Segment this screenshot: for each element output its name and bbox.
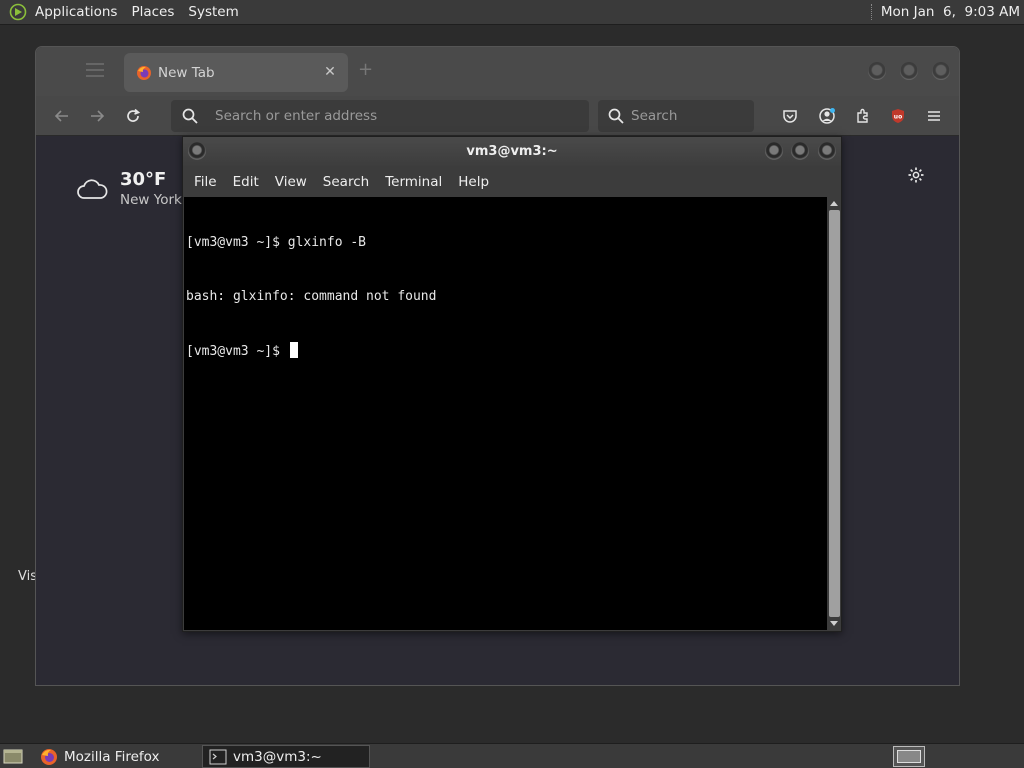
new-tab-icon[interactable]: + xyxy=(358,61,374,79)
menu-help[interactable]: Help xyxy=(450,174,497,190)
close-window-icon[interactable] xyxy=(932,62,950,80)
terminal-line: [vm3@vm3 ~]$ glxinfo -B xyxy=(186,235,367,250)
applications-menu[interactable]: Applications xyxy=(28,4,124,20)
menu-terminal[interactable]: Terminal xyxy=(377,174,450,190)
menu-file[interactable]: File xyxy=(186,174,225,190)
reload-icon[interactable] xyxy=(123,106,143,126)
scroll-down-icon[interactable] xyxy=(830,621,838,626)
search-bar[interactable]: Search xyxy=(598,100,754,132)
firefox-tabbar: New Tab ✕ + xyxy=(36,47,959,96)
search-icon xyxy=(182,108,198,124)
minimize-icon[interactable] xyxy=(765,142,783,160)
close-window-icon[interactable] xyxy=(818,142,836,160)
gear-icon[interactable] xyxy=(907,166,925,184)
maximize-icon[interactable] xyxy=(900,62,918,80)
workspace-switcher[interactable] xyxy=(893,746,925,767)
extensions-icon[interactable] xyxy=(853,106,873,126)
terminal-menubar: File Edit View Search Terminal Help xyxy=(183,166,841,197)
terminal-scrollbar[interactable] xyxy=(828,197,841,630)
weather-city: New York xyxy=(120,192,182,208)
window-menu-icon[interactable] xyxy=(188,142,206,160)
scrollbar-thumb[interactable] xyxy=(829,210,840,617)
account-icon[interactable] xyxy=(817,106,837,126)
scroll-up-icon[interactable] xyxy=(830,201,838,206)
pocket-icon[interactable] xyxy=(780,106,800,126)
terminal-prompt-line: [vm3@vm3 ~]$ xyxy=(186,342,825,360)
menu-view[interactable]: View xyxy=(267,174,315,190)
menu-edit[interactable]: Edit xyxy=(225,174,267,190)
list-all-tabs-icon[interactable] xyxy=(86,63,104,77)
url-placeholder: Search or enter address xyxy=(215,108,378,124)
maximize-icon[interactable] xyxy=(791,142,809,160)
search-placeholder: Search xyxy=(631,108,678,124)
firefox-tab-icon xyxy=(137,65,151,80)
forward-icon[interactable] xyxy=(87,106,107,126)
system-menu[interactable]: System xyxy=(181,4,245,20)
places-menu[interactable]: Places xyxy=(124,4,181,20)
clock[interactable]: Mon Jan 6, 9:03 AM xyxy=(881,4,1024,20)
terminal-output[interactable]: [vm3@vm3 ~]$ glxinfo -B bash: glxinfo: c… xyxy=(184,197,827,630)
terminal-icon xyxy=(209,749,227,764)
terminal-prompt: [vm3@vm3 ~]$ xyxy=(186,344,288,359)
ublock-origin-icon[interactable]: uo xyxy=(888,106,908,126)
terminal-titlebar[interactable]: vm3@vm3:~ xyxy=(183,137,841,166)
firefox-navbar: Search or enter address Search uo xyxy=(36,96,959,136)
taskbar-terminal[interactable]: vm3@vm3:~ xyxy=(202,745,370,768)
url-bar[interactable]: Search or enter address xyxy=(171,100,589,132)
taskbar-firefox[interactable]: Mozilla Firefox xyxy=(34,745,200,768)
menu-hamburger-icon[interactable] xyxy=(924,106,944,126)
show-desktop-icon[interactable] xyxy=(3,747,23,765)
tab-title: New Tab xyxy=(158,64,215,81)
panel-separator xyxy=(870,4,873,20)
minimize-icon[interactable] xyxy=(868,62,886,80)
terminal-title: vm3@vm3:~ xyxy=(466,144,558,159)
svg-text:uo: uo xyxy=(894,114,902,121)
taskbar-firefox-label: Mozilla Firefox xyxy=(64,748,160,765)
close-tab-icon[interactable]: ✕ xyxy=(322,64,338,80)
top-panel: Applications Places System Mon Jan 6, 9:… xyxy=(0,0,1024,25)
weather-temperature: 30°F xyxy=(120,169,167,190)
menu-search[interactable]: Search xyxy=(315,174,377,190)
bottom-panel: Mozilla Firefox vm3@vm3:~ xyxy=(0,743,1024,768)
cloudy-weather-icon xyxy=(77,179,108,199)
terminal-window: vm3@vm3:~ File Edit View Search Terminal… xyxy=(182,136,842,632)
terminal-line: bash: glxinfo: command not found xyxy=(186,289,437,304)
taskbar-terminal-label: vm3@vm3:~ xyxy=(233,748,322,765)
distro-logo-icon[interactable] xyxy=(8,2,28,22)
tab-new-tab[interactable]: New Tab ✕ xyxy=(124,53,348,92)
firefox-icon xyxy=(41,748,57,765)
back-icon[interactable] xyxy=(52,106,72,126)
text-cursor xyxy=(289,342,298,358)
search-icon xyxy=(608,108,624,124)
